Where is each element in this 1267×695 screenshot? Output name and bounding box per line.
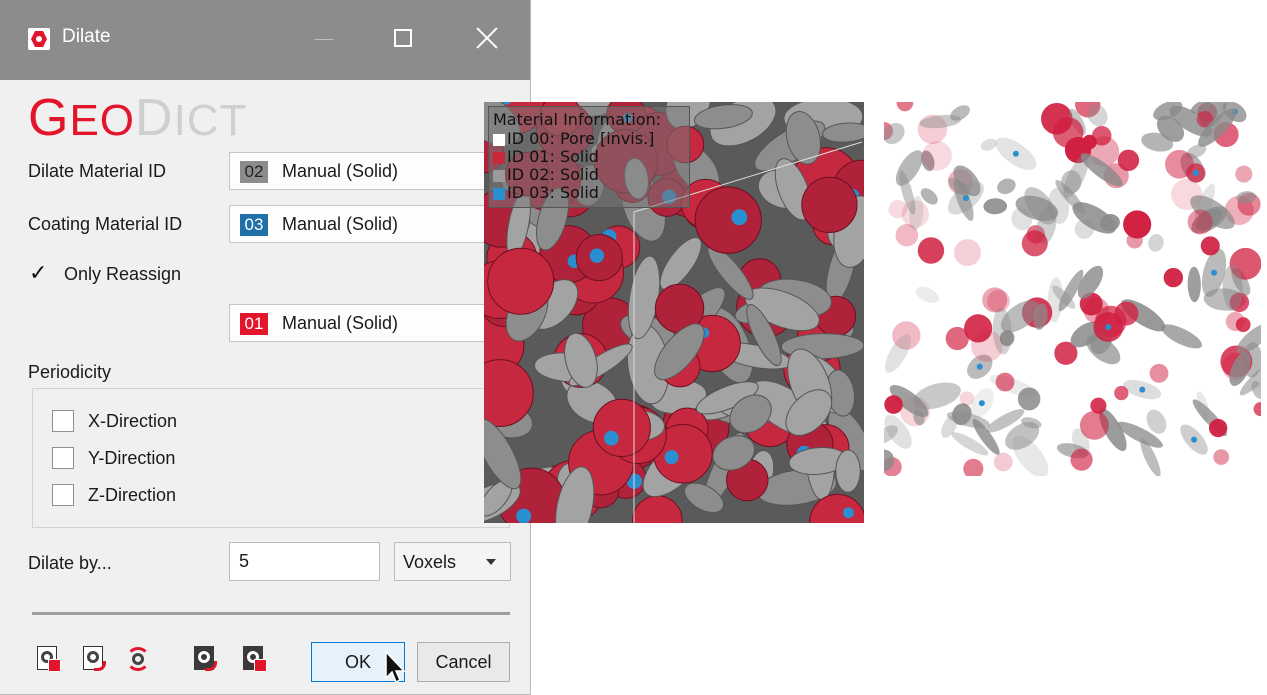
legend-item: ID 02: Solid bbox=[507, 165, 599, 184]
y-direction-checkbox[interactable] bbox=[52, 447, 74, 469]
dilate-material-value: Manual (Solid) bbox=[282, 161, 399, 181]
only-reassign-label: Only Reassign bbox=[64, 264, 182, 284]
mouse-cursor-icon bbox=[385, 650, 406, 684]
minimize-button[interactable] bbox=[293, 0, 353, 80]
coating-material-label: Coating Material ID bbox=[28, 214, 183, 234]
title-bar[interactable]: Dilate bbox=[0, 0, 530, 80]
material-cube-icon bbox=[493, 188, 505, 200]
dilate-by-input[interactable]: 5 bbox=[229, 542, 380, 581]
dilate-by-label: Dilate by... bbox=[28, 553, 112, 573]
periodicity-label: Periodicity bbox=[28, 362, 112, 382]
material-cube-icon bbox=[493, 170, 505, 182]
separator bbox=[32, 612, 510, 615]
material-id-badge: 02 bbox=[240, 161, 268, 183]
material-cube-icon bbox=[493, 134, 505, 146]
material-id-badge: 01 bbox=[240, 313, 268, 335]
load-settings-icon[interactable] bbox=[34, 645, 62, 673]
maximize-icon bbox=[394, 29, 412, 47]
chevron-down-icon bbox=[486, 559, 496, 565]
save-settings-icon[interactable] bbox=[80, 645, 108, 673]
close-button[interactable] bbox=[458, 0, 518, 80]
material-cube-icon bbox=[493, 152, 505, 164]
unit-select-value: Voxels bbox=[403, 552, 457, 572]
legend-item: ID 03: Solid bbox=[507, 183, 599, 202]
only-reassign-checkbox[interactable]: ✓ bbox=[29, 261, 47, 286]
x-direction-label: X-Direction bbox=[88, 411, 178, 431]
material-legend: Material Information: ID 00: Pore [invis… bbox=[488, 106, 690, 208]
legend-title: Material Information: bbox=[493, 110, 662, 129]
dilate-material-label: Dilate Material ID bbox=[28, 161, 167, 181]
unit-select[interactable]: Voxels bbox=[394, 542, 511, 581]
structure-3d-view[interactable]: Material Information: ID 00: Pore [invis… bbox=[484, 102, 864, 523]
material-id-badge: 03 bbox=[240, 214, 268, 236]
geodict-hex-icon bbox=[28, 28, 50, 50]
reset-icon[interactable] bbox=[124, 645, 152, 673]
geodict-logo: GEODICT bbox=[28, 89, 248, 147]
cancel-button[interactable]: Cancel bbox=[417, 642, 510, 682]
maximize-button[interactable] bbox=[373, 0, 433, 80]
reassign-material-value: Manual (Solid) bbox=[282, 313, 399, 333]
dilate-dialog: Dilate GEODICT Dilate Material ID 02 Man… bbox=[0, 0, 531, 695]
record-macro-icon[interactable] bbox=[240, 645, 268, 673]
minimize-icon bbox=[315, 39, 333, 40]
y-direction-label: Y-Direction bbox=[88, 448, 176, 468]
z-direction-label: Z-Direction bbox=[88, 485, 177, 505]
coating-material-value: Manual (Solid) bbox=[282, 214, 399, 234]
z-direction-checkbox[interactable] bbox=[52, 484, 74, 506]
legend-item: ID 00: Pore [invis.] bbox=[507, 129, 655, 148]
particle-2d-render bbox=[884, 102, 1261, 476]
x-direction-checkbox[interactable] bbox=[52, 410, 74, 432]
run-macro-icon[interactable] bbox=[191, 645, 219, 673]
window-title: Dilate bbox=[62, 26, 111, 47]
structure-2d-slice-view[interactable] bbox=[884, 102, 1261, 476]
legend-item: ID 01: Solid bbox=[507, 147, 599, 166]
